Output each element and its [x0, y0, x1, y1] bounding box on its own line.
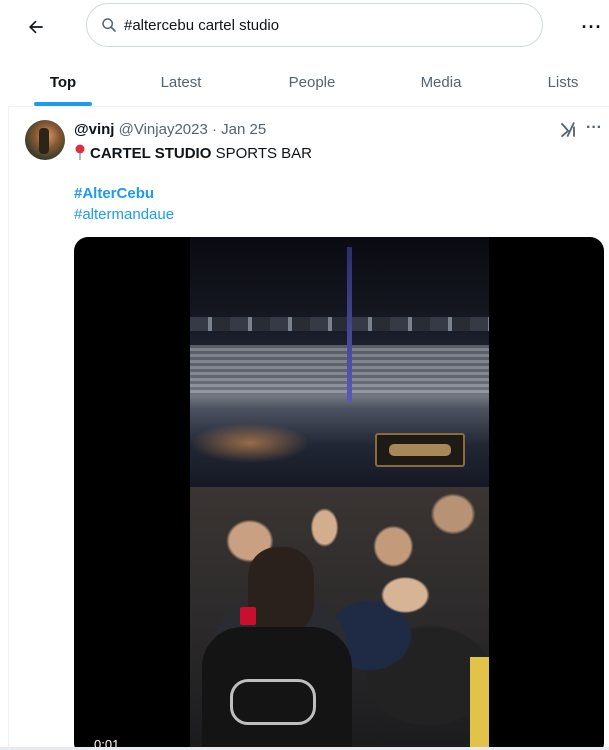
tab-top[interactable]: Top	[34, 56, 92, 108]
hashtag-line: #AlterCebu	[74, 185, 154, 202]
search-header: ···	[0, 0, 609, 54]
tab-label: Lists	[547, 73, 579, 91]
search-icon	[100, 16, 118, 34]
video-scene-cup	[240, 607, 256, 625]
video-frame	[190, 237, 489, 750]
tweet-text-rest: SPORTS BAR	[211, 145, 312, 162]
display-name[interactable]: @vinj	[74, 121, 114, 138]
tab-latest[interactable]: Latest	[148, 56, 214, 108]
tweet-more-button[interactable]: ···	[586, 119, 602, 137]
tab-label: Media	[420, 73, 462, 91]
video-scene-sign	[375, 433, 465, 467]
video-player[interactable]: 0:01	[74, 237, 604, 750]
tab-lists[interactable]: Lists	[538, 56, 588, 108]
more-icon: ···	[581, 16, 603, 37]
video-scene-person	[248, 547, 314, 637]
video-scene-neon	[190, 423, 310, 463]
tweet-date[interactable]: Jan 25	[221, 121, 266, 138]
grok-icon[interactable]	[559, 120, 579, 140]
tab-label: Latest	[160, 73, 202, 91]
video-scene-object	[470, 657, 489, 750]
search-tabs: Top Latest People Media Lists	[0, 56, 609, 108]
tweet-text-bold: CARTEL STUDIO	[90, 145, 212, 162]
user-handle[interactable]: @Vinjay2023	[119, 121, 208, 138]
video-scene-shutter	[190, 345, 489, 395]
tab-media[interactable]: Media	[410, 56, 472, 108]
round-pushpin-icon	[75, 144, 85, 160]
video-scene-pole	[347, 247, 352, 402]
video-scene-shirt	[202, 627, 352, 750]
hashtag-link[interactable]: #altermandaue	[74, 206, 174, 223]
video-scene-rail	[190, 317, 489, 331]
more-options-button[interactable]: ···	[574, 9, 609, 45]
back-button[interactable]	[18, 9, 54, 45]
tweet-text: CARTEL STUDIO SPORTS BAR	[74, 144, 312, 162]
search-input[interactable]	[124, 16, 524, 34]
tweet-header: @vinj @Vinjay2023 · Jan 25	[74, 121, 266, 138]
hashtag-line: #altermandaue	[74, 206, 174, 223]
tab-label: People	[288, 73, 336, 91]
hashtag-link[interactable]: #AlterCebu	[74, 185, 154, 202]
tweet[interactable]: @vinj @Vinjay2023 · Jan 25 ··· CARTEL ST…	[9, 107, 609, 750]
app-window: ··· Top Latest People Media Lists @vinj …	[0, 0, 609, 750]
tab-label: Top	[49, 73, 77, 91]
arrow-left-icon	[29, 20, 43, 34]
tab-people[interactable]: People	[278, 56, 346, 108]
avatar[interactable]	[25, 120, 65, 160]
separator: ·	[212, 121, 217, 138]
more-icon: ···	[586, 119, 602, 136]
search-box[interactable]	[86, 3, 543, 47]
